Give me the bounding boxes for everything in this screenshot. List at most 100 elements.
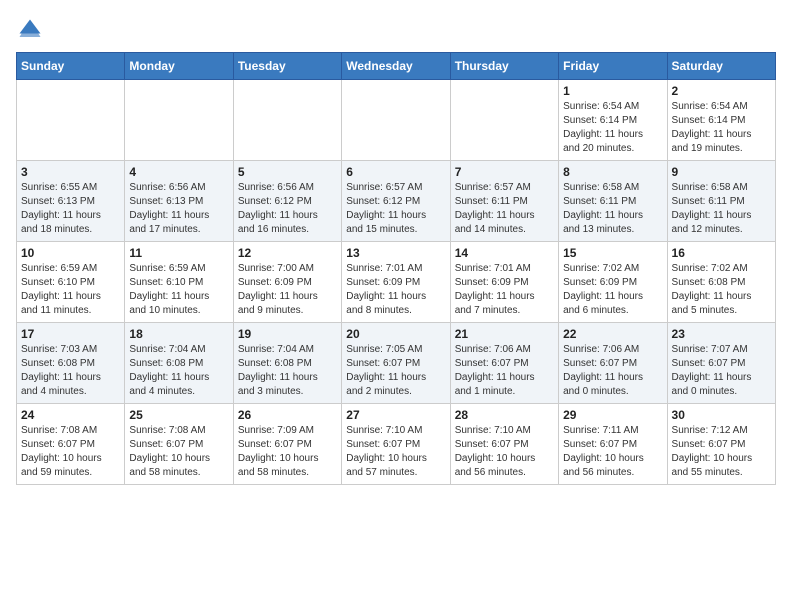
day-number: 27: [346, 408, 445, 422]
day-info: Sunrise: 7:10 AM Sunset: 6:07 PM Dayligh…: [346, 424, 445, 480]
calendar-week-row: 17Sunrise: 7:03 AM Sunset: 6:08 PM Dayli…: [17, 323, 776, 404]
calendar-cell: 23 Sunrise: 7:07 AM Sunset: 6:07 PM Dayli…: [667, 323, 775, 404]
day-number: 13: [346, 246, 445, 260]
day-number: 22: [563, 327, 662, 341]
day-number: 12: [238, 246, 337, 260]
day-info: Sunrise: 7:02 AM Sunset: 6:08 PM Dayligh…: [672, 262, 771, 318]
calendar-cell: 13 Sunrise: 7:01 AM Sunset: 6:09 PM Dayli…: [342, 242, 450, 323]
calendar-table: SundayMondayTuesdayWednesdayThursdayFrid…: [16, 52, 776, 485]
day-number: 18: [129, 327, 228, 341]
weekday-header: Thursday: [450, 53, 558, 80]
day-info: Sunrise: 6:54 AM Sunset: 6:14 PM Dayligh…: [563, 100, 662, 156]
weekday-header: Friday: [559, 53, 667, 80]
weekday-header: Wednesday: [342, 53, 450, 80]
day-info: Sunrise: 6:59 AM Sunset: 6:10 PM Dayligh…: [21, 262, 120, 318]
day-number: 25: [129, 408, 228, 422]
day-number: 20: [346, 327, 445, 341]
day-number: 7: [455, 165, 554, 179]
calendar-body: 1Sunrise: 6:54 AM Sunset: 6:14 PM Daylig…: [17, 80, 776, 485]
day-info: Sunrise: 7:11 AM Sunset: 6:07 PM Dayligh…: [563, 424, 662, 480]
calendar-cell: 27 Sunrise: 7:10 AM Sunset: 6:07 PM Dayli…: [342, 404, 450, 485]
calendar-cell: 10 Sunrise: 6:59 AM Sunset: 6:10 PM Dayli…: [17, 242, 125, 323]
day-info: Sunrise: 7:10 AM Sunset: 6:07 PM Dayligh…: [455, 424, 554, 480]
day-info: Sunrise: 7:00 AM Sunset: 6:09 PM Dayligh…: [238, 262, 337, 318]
day-info: Sunrise: 7:12 AM Sunset: 6:07 PM Dayligh…: [672, 424, 771, 480]
calendar-cell: 17Sunrise: 7:03 AM Sunset: 6:08 PM Dayli…: [17, 323, 125, 404]
day-info: Sunrise: 7:05 AM Sunset: 6:07 PM Dayligh…: [346, 343, 445, 399]
day-info: Sunrise: 7:04 AM Sunset: 6:08 PM Dayligh…: [129, 343, 228, 399]
day-number: 26: [238, 408, 337, 422]
day-number: 5: [238, 165, 337, 179]
calendar-cell: 15 Sunrise: 7:02 AM Sunset: 6:09 PM Dayli…: [559, 242, 667, 323]
day-number: 8: [563, 165, 662, 179]
page-header: [16, 16, 776, 44]
day-info: Sunrise: 7:06 AM Sunset: 6:07 PM Dayligh…: [455, 343, 554, 399]
day-number: 21: [455, 327, 554, 341]
day-info: Sunrise: 6:58 AM Sunset: 6:11 PM Dayligh…: [563, 181, 662, 237]
day-info: Sunrise: 7:01 AM Sunset: 6:09 PM Dayligh…: [346, 262, 445, 318]
calendar-cell: 28 Sunrise: 7:10 AM Sunset: 6:07 PM Dayli…: [450, 404, 558, 485]
logo: [16, 16, 48, 44]
day-info: Sunrise: 6:56 AM Sunset: 6:13 PM Dayligh…: [129, 181, 228, 237]
calendar-cell: 29 Sunrise: 7:11 AM Sunset: 6:07 PM Dayli…: [559, 404, 667, 485]
weekday-header: Sunday: [17, 53, 125, 80]
calendar-cell: 6Sunrise: 6:57 AM Sunset: 6:12 PM Daylig…: [342, 161, 450, 242]
day-number: 19: [238, 327, 337, 341]
day-info: Sunrise: 6:54 AM Sunset: 6:14 PM Dayligh…: [672, 100, 771, 156]
weekday-header: Tuesday: [233, 53, 341, 80]
day-info: Sunrise: 7:08 AM Sunset: 6:07 PM Dayligh…: [129, 424, 228, 480]
calendar-cell: [342, 80, 450, 161]
calendar-cell: [125, 80, 233, 161]
calendar-cell: 22 Sunrise: 7:06 AM Sunset: 6:07 PM Dayli…: [559, 323, 667, 404]
weekday-header: Monday: [125, 53, 233, 80]
calendar-cell: 25 Sunrise: 7:08 AM Sunset: 6:07 PM Dayli…: [125, 404, 233, 485]
day-info: Sunrise: 6:57 AM Sunset: 6:11 PM Dayligh…: [455, 181, 554, 237]
weekday-row: SundayMondayTuesdayWednesdayThursdayFrid…: [17, 53, 776, 80]
calendar-week-row: 24 Sunrise: 7:08 AM Sunset: 6:07 PM Dayli…: [17, 404, 776, 485]
calendar-header: SundayMondayTuesdayWednesdayThursdayFrid…: [17, 53, 776, 80]
calendar-cell: 24 Sunrise: 7:08 AM Sunset: 6:07 PM Dayli…: [17, 404, 125, 485]
day-number: 23: [672, 327, 771, 341]
calendar-cell: 3 Sunrise: 6:55 AM Sunset: 6:13 PM Daylig…: [17, 161, 125, 242]
day-info: Sunrise: 7:07 AM Sunset: 6:07 PM Dayligh…: [672, 343, 771, 399]
calendar-cell: 30 Sunrise: 7:12 AM Sunset: 6:07 PM Dayli…: [667, 404, 775, 485]
day-number: 4: [129, 165, 228, 179]
day-info: Sunrise: 7:02 AM Sunset: 6:09 PM Dayligh…: [563, 262, 662, 318]
calendar-cell: 20 Sunrise: 7:05 AM Sunset: 6:07 PM Dayli…: [342, 323, 450, 404]
calendar-cell: 12 Sunrise: 7:00 AM Sunset: 6:09 PM Dayli…: [233, 242, 341, 323]
calendar-cell: 16 Sunrise: 7:02 AM Sunset: 6:08 PM Dayli…: [667, 242, 775, 323]
calendar-week-row: 10 Sunrise: 6:59 AM Sunset: 6:10 PM Dayli…: [17, 242, 776, 323]
day-number: 29: [563, 408, 662, 422]
day-info: Sunrise: 7:01 AM Sunset: 6:09 PM Dayligh…: [455, 262, 554, 318]
calendar-cell: [17, 80, 125, 161]
calendar-cell: 9Sunrise: 6:58 AM Sunset: 6:11 PM Daylig…: [667, 161, 775, 242]
day-number: 17: [21, 327, 120, 341]
calendar-cell: 2Sunrise: 6:54 AM Sunset: 6:14 PM Daylig…: [667, 80, 775, 161]
day-number: 30: [672, 408, 771, 422]
day-info: Sunrise: 6:55 AM Sunset: 6:13 PM Dayligh…: [21, 181, 120, 237]
day-number: 3: [21, 165, 120, 179]
day-info: Sunrise: 7:09 AM Sunset: 6:07 PM Dayligh…: [238, 424, 337, 480]
day-info: Sunrise: 6:56 AM Sunset: 6:12 PM Dayligh…: [238, 181, 337, 237]
calendar-cell: [233, 80, 341, 161]
day-number: 15: [563, 246, 662, 260]
day-info: Sunrise: 7:06 AM Sunset: 6:07 PM Dayligh…: [563, 343, 662, 399]
calendar-week-row: 3 Sunrise: 6:55 AM Sunset: 6:13 PM Daylig…: [17, 161, 776, 242]
calendar-cell: 8 Sunrise: 6:58 AM Sunset: 6:11 PM Daylig…: [559, 161, 667, 242]
calendar-cell: 7 Sunrise: 6:57 AM Sunset: 6:11 PM Daylig…: [450, 161, 558, 242]
weekday-header: Saturday: [667, 53, 775, 80]
day-number: 9: [672, 165, 771, 179]
day-number: 16: [672, 246, 771, 260]
calendar-cell: [450, 80, 558, 161]
calendar-cell: 19Sunrise: 7:04 AM Sunset: 6:08 PM Dayli…: [233, 323, 341, 404]
calendar-cell: 26 Sunrise: 7:09 AM Sunset: 6:07 PM Dayli…: [233, 404, 341, 485]
day-number: 24: [21, 408, 120, 422]
day-info: Sunrise: 7:08 AM Sunset: 6:07 PM Dayligh…: [21, 424, 120, 480]
calendar-cell: 5 Sunrise: 6:56 AM Sunset: 6:12 PM Daylig…: [233, 161, 341, 242]
day-number: 10: [21, 246, 120, 260]
day-number: 14: [455, 246, 554, 260]
calendar-cell: 1Sunrise: 6:54 AM Sunset: 6:14 PM Daylig…: [559, 80, 667, 161]
day-number: 28: [455, 408, 554, 422]
calendar-week-row: 1Sunrise: 6:54 AM Sunset: 6:14 PM Daylig…: [17, 80, 776, 161]
logo-icon: [16, 16, 44, 44]
